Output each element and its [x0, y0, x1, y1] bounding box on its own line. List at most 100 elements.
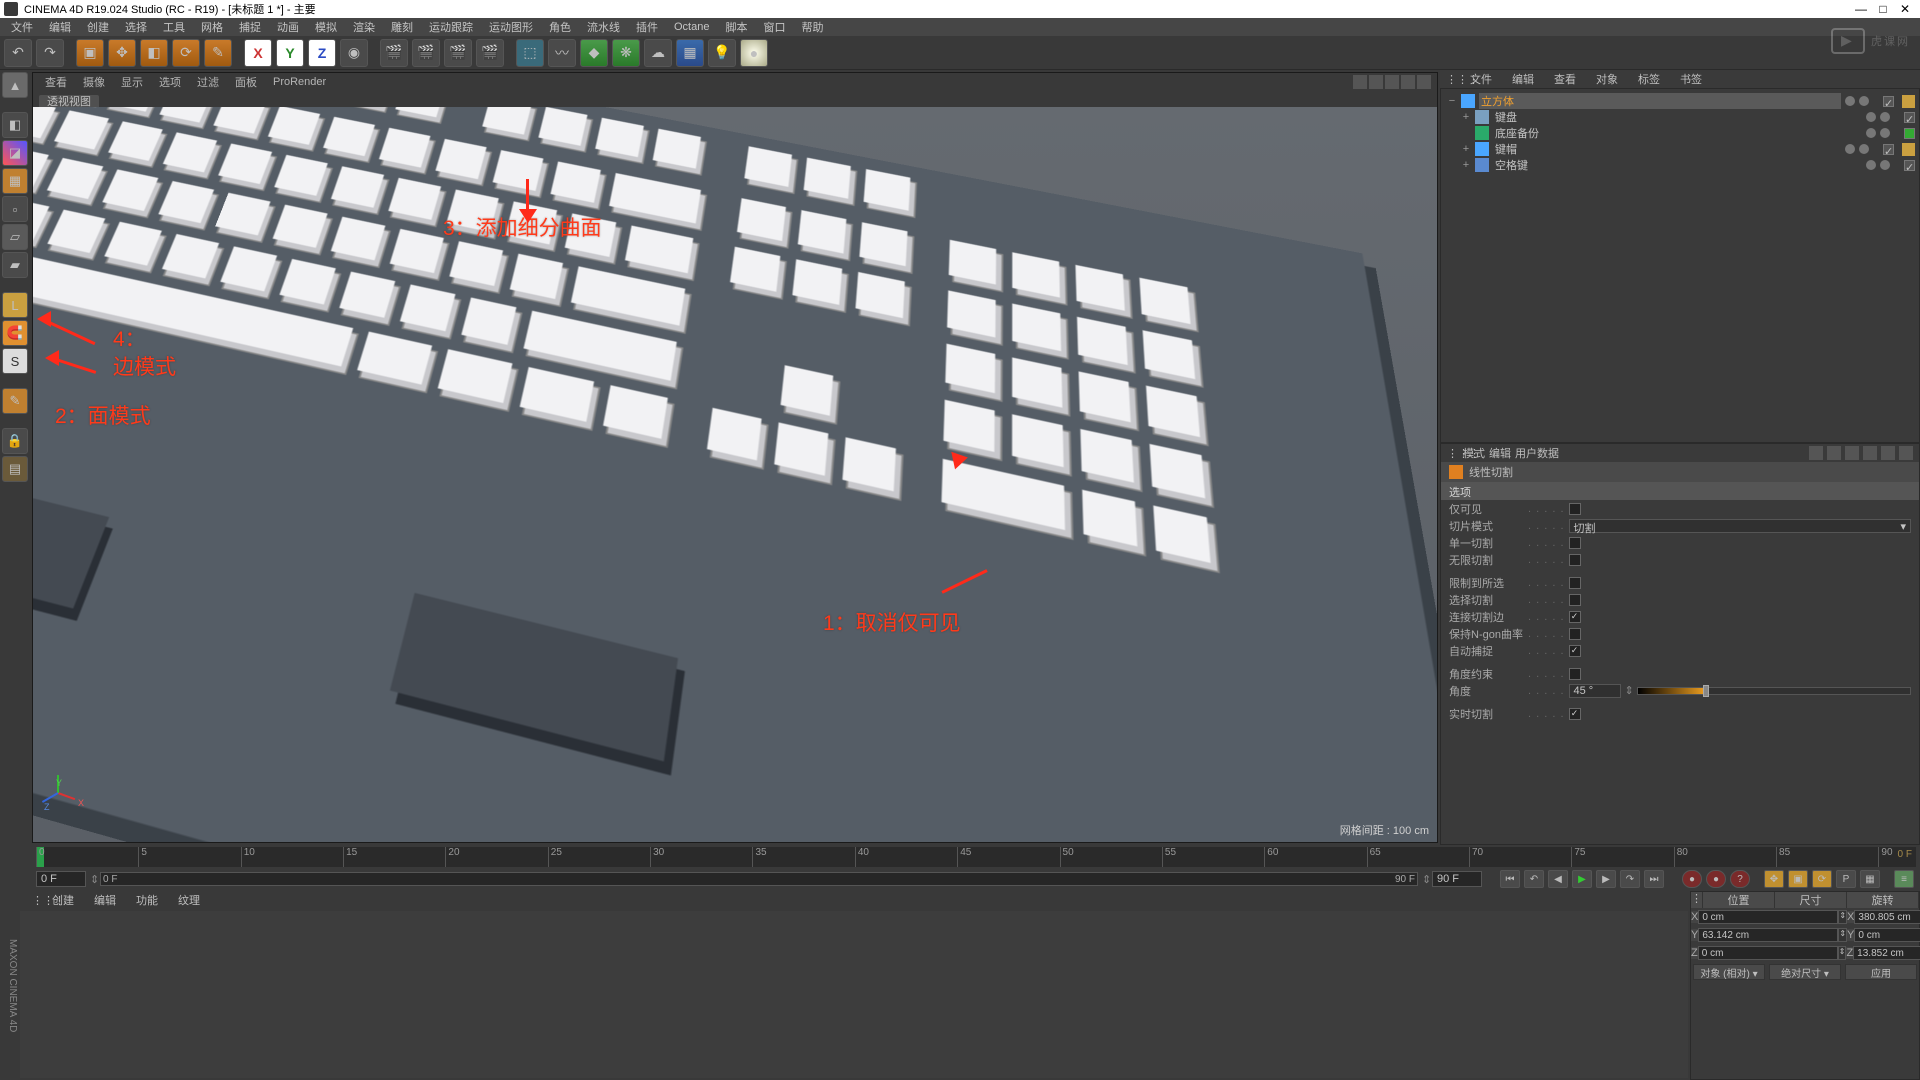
goto-end-button[interactable]: ⏭	[1644, 870, 1664, 888]
render-queue-button[interactable]: 🎬	[476, 39, 504, 67]
scale-tool[interactable]: ◧	[140, 39, 168, 67]
objtab-书签[interactable]: 书签	[1672, 71, 1710, 87]
vpmenu-面板[interactable]: 面板	[229, 74, 263, 90]
menu-雕刻[interactable]: 雕刻	[384, 19, 420, 35]
mattab-功能[interactable]: 功能	[128, 892, 166, 908]
viewport-solo-button[interactable]: 🔒	[2, 428, 28, 454]
key-pos-button[interactable]: ✥	[1764, 870, 1784, 888]
mattab-纹理[interactable]: 纹理	[170, 892, 208, 908]
objtab-文件[interactable]: 文件	[1462, 71, 1500, 87]
viewport-icon[interactable]	[1353, 75, 1367, 89]
checkbox[interactable]	[1569, 668, 1581, 680]
objtab-对象[interactable]: 对象	[1588, 71, 1626, 87]
dropdown[interactable]: 切割 ▾	[1569, 519, 1911, 533]
record-button[interactable]: ●	[1682, 870, 1702, 888]
key-pla-button[interactable]: ▦	[1860, 870, 1880, 888]
checkbox[interactable]	[1569, 628, 1581, 640]
axis-z-toggle[interactable]: Z	[308, 39, 336, 67]
checkbox[interactable]: ✓	[1569, 611, 1581, 623]
objtab-查看[interactable]: 查看	[1546, 71, 1584, 87]
menu-选择[interactable]: 选择	[118, 19, 154, 35]
number-input[interactable]: 45 °	[1569, 684, 1621, 698]
coord-input[interactable]	[1698, 928, 1838, 942]
render-region-button[interactable]: 🎬	[412, 39, 440, 67]
coord-input[interactable]	[1854, 910, 1920, 924]
object-row[interactable]: + 空格键 ✓	[1443, 157, 1917, 173]
menu-捕捉[interactable]: 捕捉	[232, 19, 268, 35]
menu-角色[interactable]: 角色	[542, 19, 578, 35]
prev-frame-button[interactable]: ◀	[1548, 870, 1568, 888]
coord-system-button[interactable]: ◉	[340, 39, 368, 67]
menu-网格[interactable]: 网格	[194, 19, 230, 35]
texture-mode-button[interactable]: ◪	[2, 140, 28, 166]
mattab-编辑[interactable]: 编辑	[86, 892, 124, 908]
checkbox[interactable]: ✓	[1569, 645, 1581, 657]
coord-input[interactable]	[1853, 946, 1920, 960]
point-mode-button[interactable]: ▫	[2, 196, 28, 222]
edge-mode-button[interactable]: ▱	[2, 224, 28, 250]
viewport-icon[interactable]	[1401, 75, 1415, 89]
redo-button[interactable]: ↷	[36, 39, 64, 67]
object-row[interactable]: − 立方体 ✓	[1443, 93, 1917, 109]
coord-foot-button[interactable]: 应用	[1845, 964, 1917, 980]
attr-nav-icon[interactable]	[1827, 446, 1841, 460]
axis-mode-button[interactable]: L	[2, 292, 28, 318]
menu-窗口[interactable]: 窗口	[756, 19, 792, 35]
timeline-range-slider[interactable]: 0 F 90 F	[100, 872, 1418, 886]
vpmenu-查看[interactable]: 查看	[39, 74, 73, 90]
key-rot-button[interactable]: ⟳	[1812, 870, 1832, 888]
next-frame-button[interactable]: ▶	[1596, 870, 1616, 888]
environment-button[interactable]: ☁	[644, 39, 672, 67]
viewport-icon[interactable]	[1385, 75, 1399, 89]
coord-foot-button[interactable]: 绝对尺寸 ▾	[1769, 964, 1841, 980]
recent-tool[interactable]: ✎	[204, 39, 232, 67]
attr-nav-icon[interactable]	[1899, 446, 1913, 460]
viewport-button[interactable]: ▤	[2, 456, 28, 482]
attr-nav-icon[interactable]	[1881, 446, 1895, 460]
attr-nav-icon[interactable]	[1809, 446, 1823, 460]
timeline-button[interactable]: ≡	[1894, 870, 1914, 888]
objtab-编辑[interactable]: 编辑	[1504, 71, 1542, 87]
menu-动画[interactable]: 动画	[270, 19, 306, 35]
undo-button[interactable]: ↶	[4, 39, 32, 67]
object-row[interactable]: + 键盘 ✓	[1443, 109, 1917, 125]
key-scale-button[interactable]: ▣	[1788, 870, 1808, 888]
coord-input[interactable]	[1698, 910, 1838, 924]
checkbox[interactable]	[1569, 577, 1581, 589]
vpmenu-过滤[interactable]: 过滤	[191, 74, 225, 90]
checkbox[interactable]	[1569, 594, 1581, 606]
timeline-ruler[interactable]: 0510152025303540455055606570758085900 F	[36, 847, 1916, 867]
menu-流水线[interactable]: 流水线	[580, 19, 627, 35]
menu-插件[interactable]: 插件	[629, 19, 665, 35]
light-button-2[interactable]: ●	[740, 39, 768, 67]
minimize-button[interactable]: —	[1850, 2, 1872, 16]
menu-渲染[interactable]: 渲染	[346, 19, 382, 35]
viewport-icon[interactable]	[1369, 75, 1383, 89]
key-param-button[interactable]: P	[1836, 870, 1856, 888]
camera-button[interactable]: ▦	[676, 39, 704, 67]
viewport-icon[interactable]	[1417, 75, 1431, 89]
coord-foot-button[interactable]: 对象 (相对) ▾	[1693, 964, 1765, 980]
coord-input[interactable]	[1698, 946, 1838, 960]
slider[interactable]	[1637, 687, 1911, 695]
autokey-button[interactable]: ●	[1706, 870, 1726, 888]
move-tool[interactable]: ✥	[108, 39, 136, 67]
enable-snap-button[interactable]: 🧲	[2, 320, 28, 346]
menu-模拟[interactable]: 模拟	[308, 19, 344, 35]
next-key-button[interactable]: ↷	[1620, 870, 1640, 888]
checkbox[interactable]	[1569, 537, 1581, 549]
menu-帮助[interactable]: 帮助	[794, 19, 830, 35]
attrtab-模式[interactable]: 模式	[1463, 445, 1485, 461]
attr-nav-icon[interactable]	[1863, 446, 1877, 460]
model-mode-button[interactable]: ◧	[2, 112, 28, 138]
attrtab-编辑[interactable]: 编辑	[1489, 445, 1511, 461]
spline-button[interactable]: 〰	[548, 39, 576, 67]
checkbox[interactable]: ✓	[1569, 708, 1581, 720]
render-view-button[interactable]: 🎬	[380, 39, 408, 67]
frame-end-input[interactable]	[1432, 871, 1482, 887]
deformer-button[interactable]: ❋	[612, 39, 640, 67]
checkbox[interactable]	[1569, 554, 1581, 566]
generator-button[interactable]: ◆	[580, 39, 608, 67]
soft-select-button[interactable]: ✎	[2, 388, 28, 414]
close-button[interactable]: ✕	[1894, 2, 1916, 16]
